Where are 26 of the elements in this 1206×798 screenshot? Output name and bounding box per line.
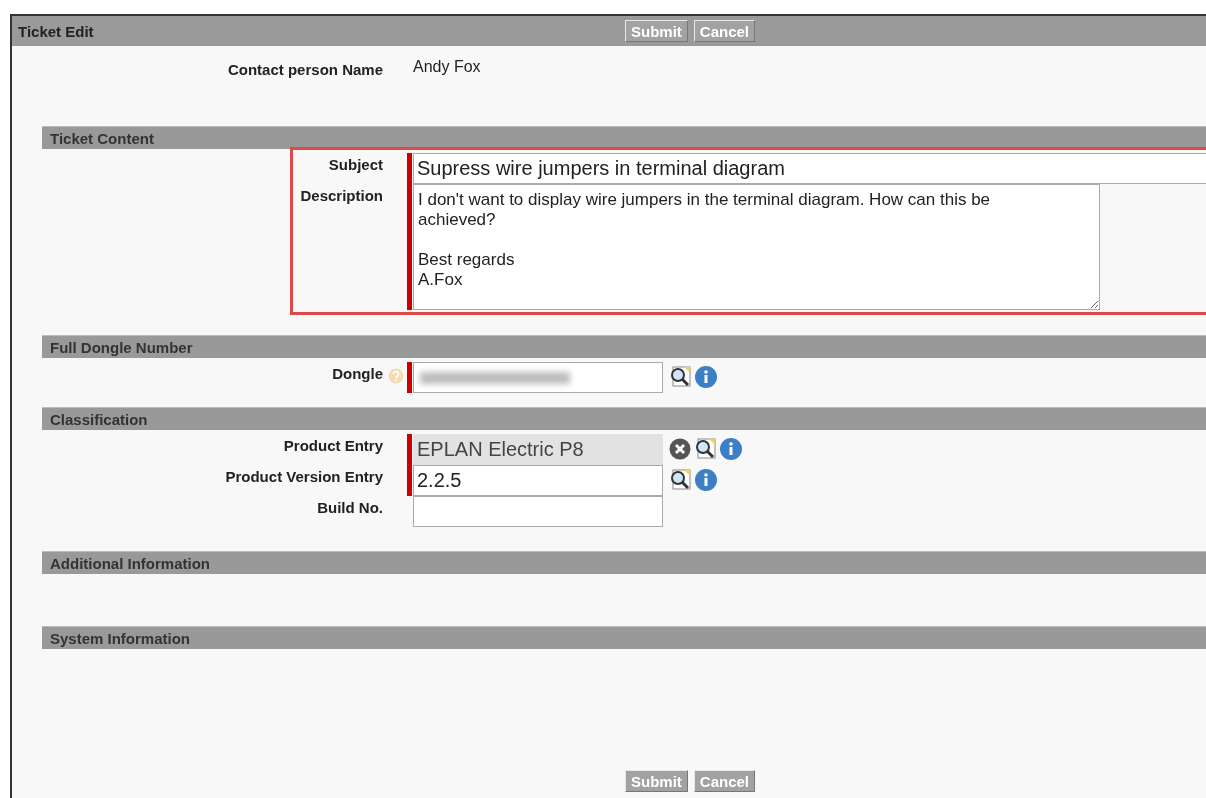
field-value: Andy Fox [413, 58, 482, 77]
section-title: Full Dongle Number [49, 338, 193, 356]
lookup-icon[interactable] [669, 469, 691, 491]
input-field[interactable] [413, 362, 663, 393]
description-field[interactable]: I don't want to display wire jumpers in the terminal diagram. How can this be achieved? Best regards A.Fox [413, 184, 1100, 310]
window-title: Ticket Edit [17, 22, 94, 40]
section-title: Classification [49, 410, 148, 428]
field-label: Product Entry [282, 436, 383, 454]
info-icon[interactable] [719, 437, 743, 461]
field-label: Dongle [331, 364, 383, 382]
field-label: Contact person Name [226, 60, 383, 80]
input-field[interactable] [413, 496, 663, 527]
input-field[interactable]: 2.2.5 [413, 465, 663, 496]
section-title: System Information [49, 629, 191, 647]
info-icon[interactable] [694, 468, 718, 492]
clear-icon[interactable] [669, 438, 691, 460]
section-title: Additional Information [49, 554, 210, 572]
field-label: Description [299, 186, 383, 204]
input-field[interactable]: Supress wire jumpers in terminal diagram [413, 153, 1206, 184]
lookup-icon[interactable] [669, 366, 691, 388]
field-label: Subject [327, 155, 383, 173]
field-label: Build No. [316, 498, 383, 516]
field-label: Product Version Entry [224, 467, 383, 485]
lookup-icon[interactable] [694, 438, 716, 460]
section-title: Ticket Content [49, 129, 154, 147]
info-icon[interactable] [694, 365, 718, 389]
